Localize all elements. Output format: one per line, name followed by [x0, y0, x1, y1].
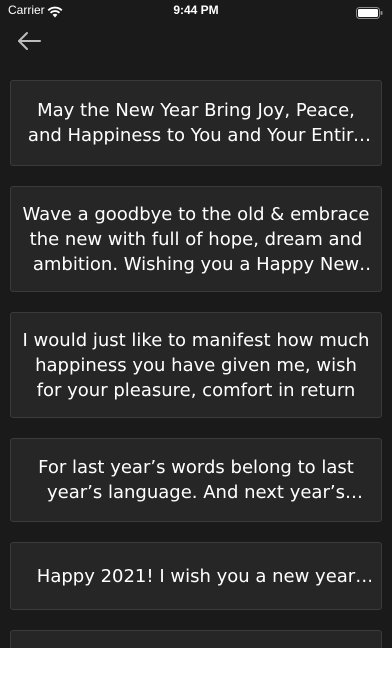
quote-text: Wave a goodbye to the old & embrace the …	[22, 203, 370, 275]
back-button[interactable]	[14, 28, 44, 54]
quote-card[interactable]: I would just like to manifest how much h…	[10, 312, 382, 418]
status-time: 9:44 PM	[173, 3, 219, 17]
quote-list: May the New Year Bring Joy, Peace, and H…	[10, 80, 382, 648]
quote-card[interactable]	[10, 630, 382, 648]
quote-text: Happy 2021! I wish you a new year filled…	[36, 565, 356, 587]
quote-text: May the New Year Bring Joy, Peace, and H…	[27, 100, 365, 146]
quote-card[interactable]: For last year’s words belong to last yea…	[10, 438, 382, 522]
battery-icon	[356, 4, 384, 19]
arrow-left-icon	[14, 32, 44, 58]
screen: Carrier 9:44 PM May the New Year Bring J…	[0, 0, 392, 648]
quote-text: For last year’s words belong to last yea…	[38, 457, 354, 503]
quote-text: I would just like to manifest how much h…	[22, 329, 370, 401]
quote-card[interactable]: May the New Year Bring Joy, Peace, and H…	[10, 80, 382, 166]
quote-card[interactable]: Happy 2021! I wish you a new year filled…	[10, 542, 382, 610]
quote-card[interactable]: Wave a goodbye to the old & embrace the …	[10, 186, 382, 292]
status-bar: Carrier 9:44 PM	[0, 0, 392, 22]
